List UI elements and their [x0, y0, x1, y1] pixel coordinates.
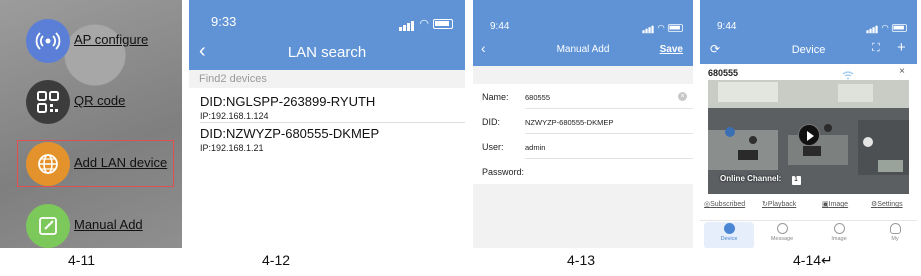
status-time: 9:33 — [211, 14, 237, 29]
add-icon[interactable]: + — [897, 39, 906, 56]
field-label: Name: — [482, 92, 509, 102]
tab-label: Image — [831, 236, 847, 242]
user-icon — [889, 223, 901, 234]
settings-link[interactable]: ⚙Settings — [871, 200, 903, 208]
field-value: admin — [525, 143, 546, 152]
menu-item-manual-add[interactable]: Manual Add — [0, 204, 182, 248]
menu-item-label: AP configure — [74, 32, 149, 47]
tab-image[interactable]: Image — [814, 223, 864, 242]
action-label: Subscribed — [710, 201, 746, 208]
wifi-icon: ◠ — [419, 18, 429, 30]
close-icon[interactable]: × — [899, 66, 905, 77]
wifi-signal-icon — [26, 19, 70, 63]
field-label: Password: — [482, 167, 525, 177]
cellular-signal-icon — [399, 16, 415, 31]
status-time: 9:44 — [490, 21, 510, 32]
status-icons: ◠ — [642, 22, 683, 34]
figure-caption: 4-14↵ — [793, 252, 833, 268]
device-did: DID:NZWYZP-680555-DKMEP — [200, 126, 380, 141]
figure-caption: 4-13 — [567, 252, 596, 268]
bottom-tab-bar: Device Message Image My — [700, 220, 917, 248]
action-label: Playback — [767, 201, 797, 208]
user-field[interactable]: User: admin — [473, 134, 693, 159]
password-field[interactable]: Password: — [473, 159, 693, 184]
name-field[interactable]: Name: 680555 × — [473, 84, 693, 109]
action-label: Settings — [877, 201, 903, 208]
menu-item-qr-code[interactable]: QR code — [0, 80, 182, 124]
action-label: Image — [828, 201, 849, 208]
lan-search-screen: 9:33 ◠ ‹ LAN search Find2 devices DID:NG… — [189, 0, 465, 248]
field-value: 680555 — [525, 93, 551, 102]
section-header: Find2 devices — [189, 70, 465, 88]
tab-label: Device — [720, 236, 738, 242]
device-ip: IP:192.168.1.124 — [200, 111, 269, 121]
device-actions: ◎Subscribed ↻Playback ▣Image ⚙Settings — [700, 198, 917, 212]
figure-caption: 4-11 — [68, 252, 95, 268]
qr-code-icon — [26, 80, 70, 124]
menu-panel: AP configure QR code Add LAN device Manu… — [0, 0, 182, 248]
play-button[interactable] — [798, 124, 820, 146]
wifi-icon: ◠ — [657, 23, 665, 33]
status-icons: ◠ — [866, 22, 907, 34]
did-field[interactable]: DID: NZWYZP-680555-DKMEP — [473, 109, 693, 134]
status-time: 9:44 — [717, 21, 737, 32]
tab-device[interactable]: Device — [704, 223, 754, 242]
playback-link[interactable]: ↻Playback — [762, 200, 796, 208]
tab-message[interactable]: Message — [757, 223, 807, 242]
field-label: User: — [482, 142, 504, 152]
menu-item-label: Manual Add — [74, 217, 143, 232]
device-did: DID:NGLSPP-263899-RYUTH — [200, 94, 376, 109]
battery-icon — [668, 23, 683, 32]
scan-icon[interactable]: ⛶ — [872, 42, 880, 55]
device-list-screen: 9:44 ◠ ⟳ Device ⛶ + 680555 × Online Chan… — [700, 0, 917, 248]
image-link[interactable]: ▣Image — [822, 200, 848, 208]
channel-count: 1 — [794, 176, 798, 183]
online-channel-label: Online Channel: — [720, 174, 782, 183]
battery-icon — [433, 18, 453, 29]
device-name: 680555 — [708, 68, 739, 78]
image-icon — [833, 223, 845, 234]
cellular-signal-icon — [642, 22, 655, 34]
cellular-signal-icon — [866, 22, 879, 34]
device-ip: IP:192.168.1.21 — [200, 143, 264, 153]
channel-count-badge: 1 — [792, 176, 801, 185]
subscribed-link[interactable]: ◎Subscribed — [704, 200, 745, 208]
figure-caption: 4-12 — [262, 252, 291, 268]
edit-icon — [26, 204, 70, 248]
menu-item-ap-configure[interactable]: AP configure — [0, 19, 182, 63]
tab-my[interactable]: My — [870, 223, 917, 242]
device-form: Name: 680555 × DID: NZWYZP-680555-DKMEP … — [473, 84, 693, 184]
save-button[interactable]: Save — [660, 44, 683, 55]
field-value: NZWYZP-680555-DKMEP — [525, 118, 614, 127]
highlight-box — [17, 140, 174, 187]
status-icons: ◠ — [399, 16, 453, 31]
tab-label: Message — [770, 236, 794, 242]
tab-label: My — [891, 236, 899, 242]
message-icon — [776, 223, 788, 234]
page-title: LAN search — [287, 44, 367, 61]
menu-item-label: QR code — [74, 93, 126, 108]
camera-preview[interactable]: Online Channel: 1 — [708, 80, 909, 194]
field-label: DID: — [482, 117, 500, 127]
clear-icon[interactable]: × — [678, 92, 687, 101]
battery-icon — [892, 23, 907, 32]
device-icon — [723, 223, 735, 234]
page-title: Device — [791, 44, 826, 56]
manual-add-screen: 9:44 ◠ ‹ Manual Add Save Name: 680555 × … — [473, 0, 693, 248]
divider — [200, 122, 465, 123]
list-item[interactable]: DID:NZWYZP-680555-DKMEP IP:192.168.1.21 — [200, 126, 379, 153]
list-item[interactable]: DID:NGLSPP-263899-RYUTH IP:192.168.1.124 — [200, 94, 375, 121]
wifi-icon: ◠ — [881, 23, 889, 33]
